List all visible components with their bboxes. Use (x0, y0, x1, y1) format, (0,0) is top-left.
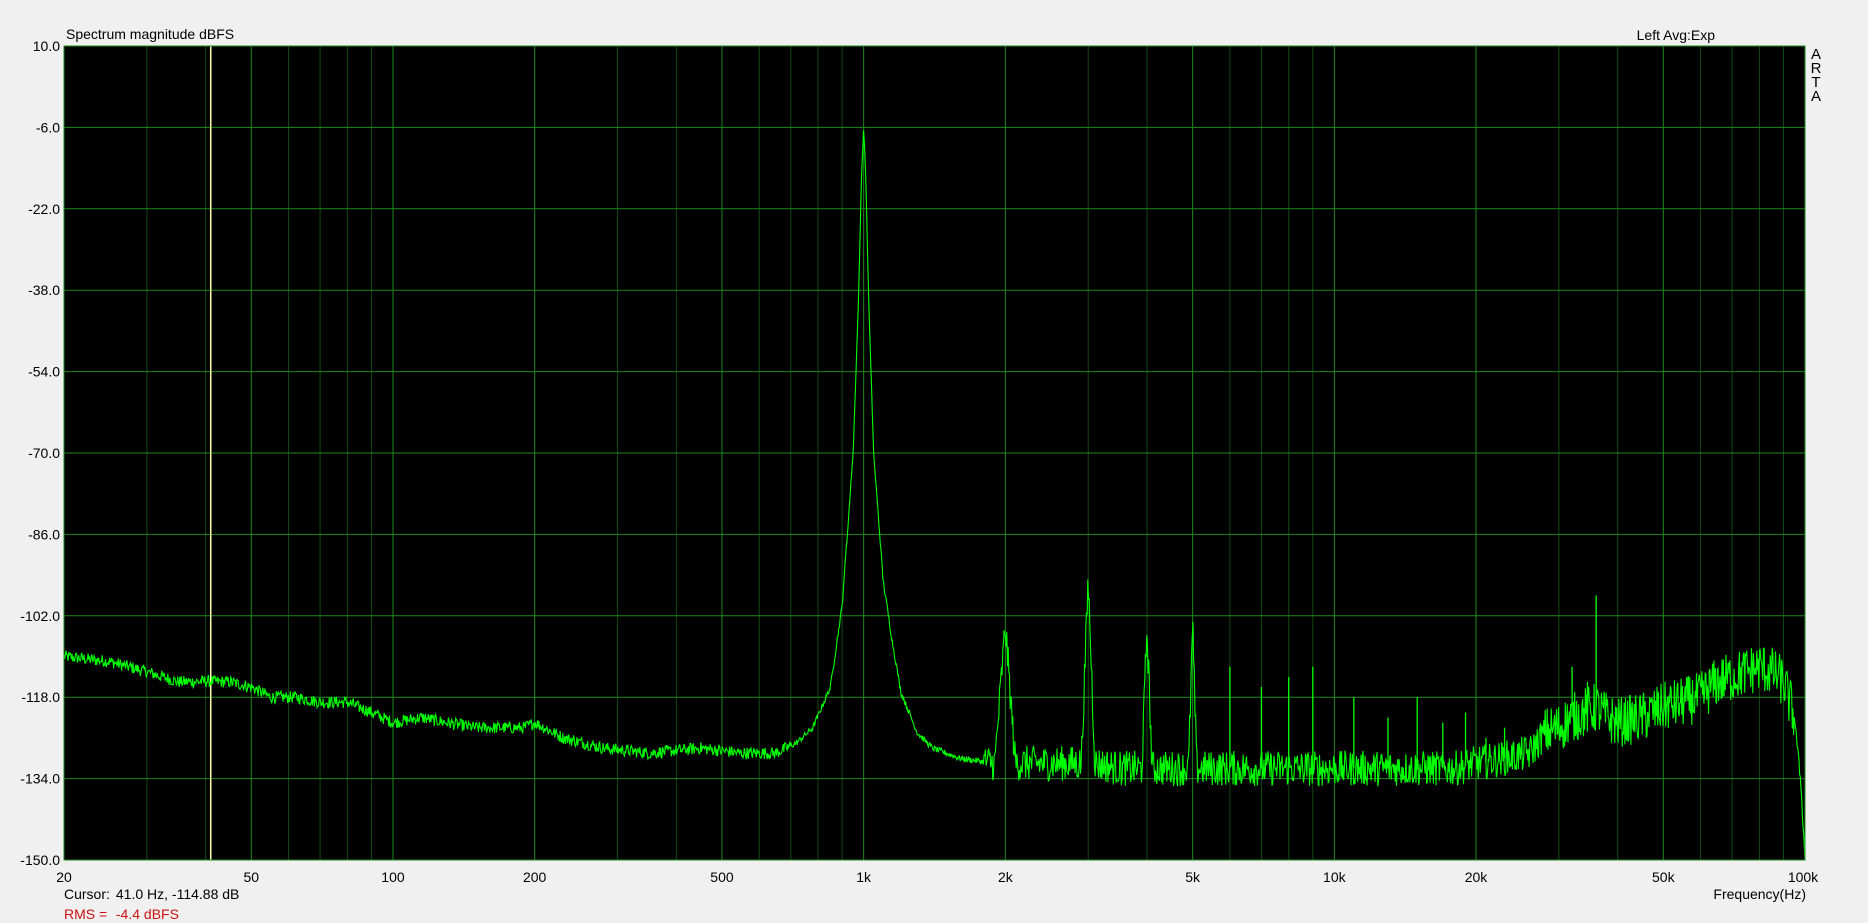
y-tick-label: -38.0 (28, 282, 60, 298)
x-tick-label: 50k (1652, 869, 1676, 885)
y-tick-label: -6.0 (36, 119, 60, 135)
cursor-value: 41.0 Hz, -114.88 dB (115, 886, 240, 902)
chart-title: Spectrum magnitude dBFS (66, 26, 235, 42)
y-tick-label: -22.0 (28, 201, 60, 217)
channel-avg-label: Left Avg:Exp (1636, 27, 1715, 43)
y-tick-label: -70.0 (28, 445, 60, 461)
spectrum-chart: 10.0 -6.0 -22.0 -38.0 -54.0 -70.0 -86.0 -102.0 -… (20, 38, 1819, 885)
x-tick-label: 200 (523, 869, 547, 885)
rms-label: RMS = (64, 906, 108, 922)
x-tick-label: 500 (710, 869, 734, 885)
y-tick-label: -102.0 (20, 608, 60, 624)
x-tick-label: 20k (1465, 869, 1489, 885)
x-tick-label: 100k (1788, 869, 1819, 885)
x-tick-label: 2k (998, 869, 1014, 885)
cursor-label: Cursor: (64, 886, 110, 902)
y-tick-label: -150.0 (20, 852, 60, 868)
rms-readout: RMS = -4.4 dBFS (64, 906, 179, 922)
y-tick-label: -54.0 (28, 364, 60, 380)
brand-letter: A (1810, 88, 1821, 105)
y-tick-label: -118.0 (21, 689, 60, 705)
x-tick-label: 20 (56, 869, 72, 885)
x-tick-label: 1k (856, 869, 872, 885)
cursor-readout: Cursor: 41.0 Hz, -114.88 dB (64, 886, 239, 902)
y-axis-ticks: 10.0 -6.0 -22.0 -38.0 -54.0 -70.0 -86.0 -102.0 -… (20, 38, 60, 868)
x-tick-label: 100 (381, 869, 405, 885)
y-tick-label: -134.0 (20, 771, 60, 787)
x-tick-label: 10k (1323, 869, 1347, 885)
y-tick-label: -86.0 (28, 526, 60, 542)
x-tick-label: 50 (244, 869, 260, 885)
brand-logo: ARTA (1808, 47, 1824, 105)
y-tick-label: 10.0 (33, 38, 60, 54)
x-axis-ticks: 20 50 100 200 500 1k 2k 5k 10k 20k 50k 100k (56, 869, 1819, 885)
x-axis-label: Frequency(Hz) (1713, 886, 1806, 902)
x-tick-label: 5k (1185, 869, 1201, 885)
rms-value: -4.4 dBFS (115, 906, 179, 922)
